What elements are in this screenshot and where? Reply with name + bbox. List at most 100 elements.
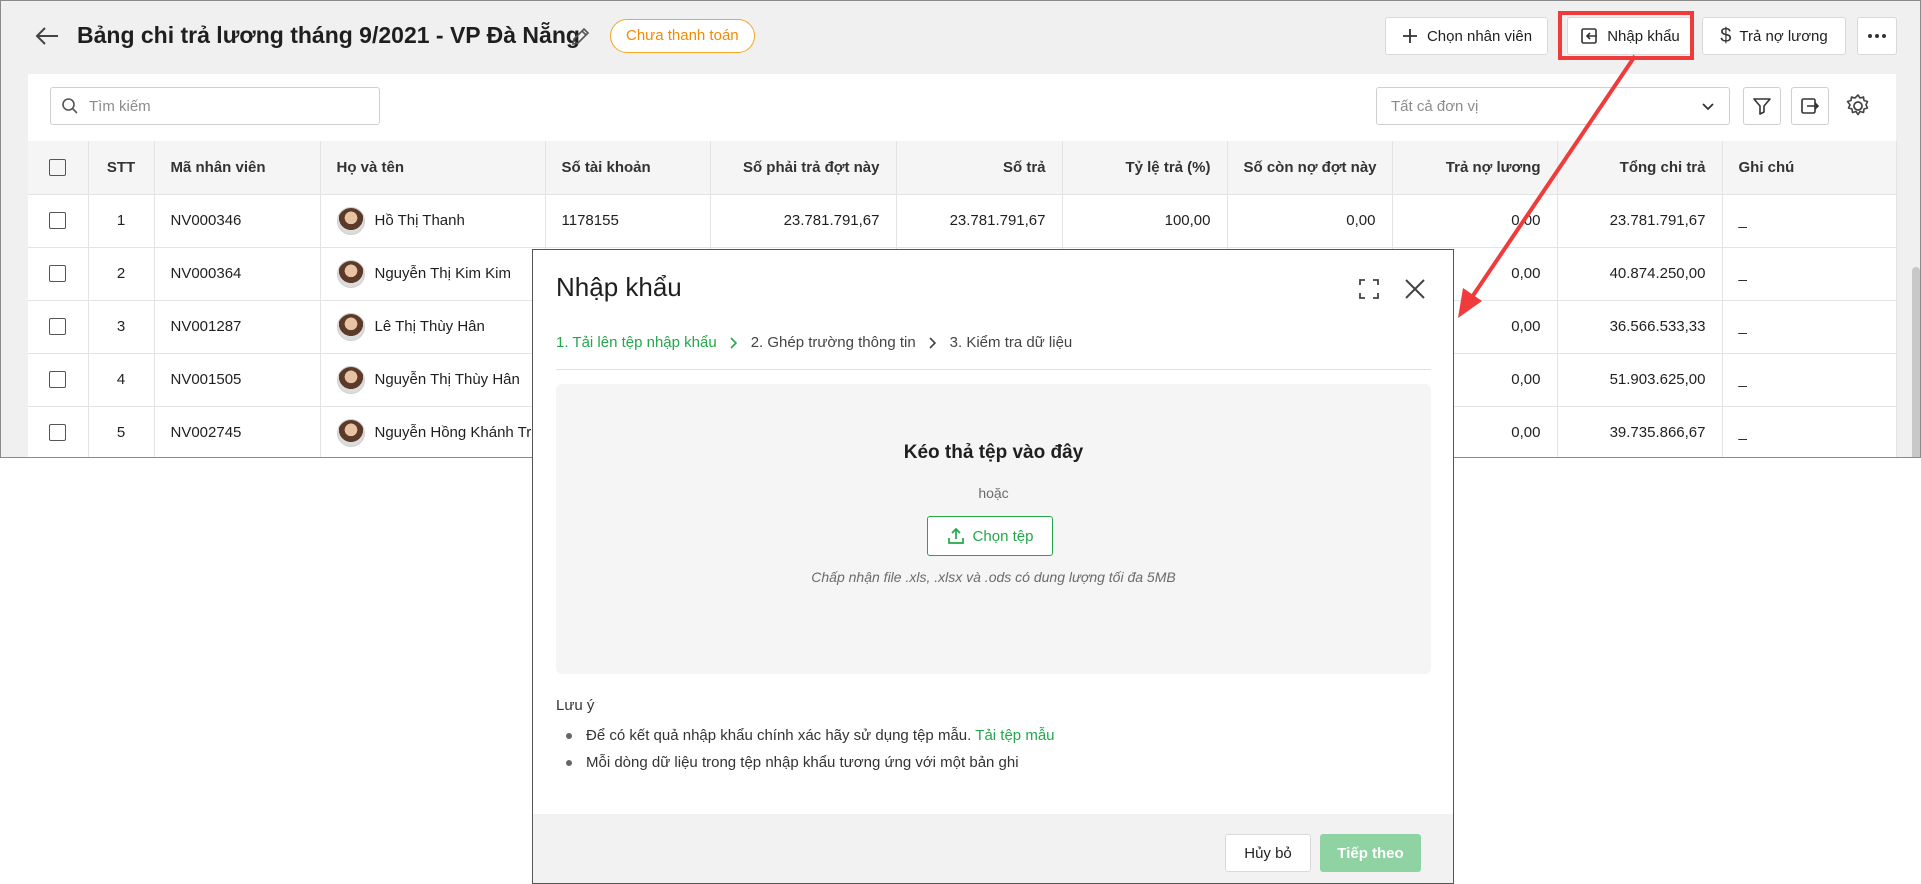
employee-name-cell: Nguyễn Thị Thùy Hân [336,365,529,394]
column-header[interactable]: Số tài khoản [545,141,711,195]
export-button[interactable] [1791,87,1829,125]
avatar [336,206,365,235]
filter-icon [1753,98,1771,115]
column-header[interactable]: Tổng chi trả [1557,141,1723,195]
column-header[interactable]: Trả nợ lương [1392,141,1558,195]
column-header[interactable]: Mã nhân viên [154,141,321,195]
row-checkbox[interactable] [49,424,67,442]
column-header[interactable]: STT [88,141,155,195]
add-employee-button[interactable]: Chọn nhân viên [1385,17,1548,55]
cell-total: 40.874.250,00 [1557,247,1723,301]
choose-file-button[interactable]: Chọn tệp [927,516,1053,556]
plus-icon [1402,29,1417,43]
status-badge: Chưa thanh toán [610,19,755,53]
notes-list: Để có kết quả nhập khẩu chính xác hãy sử… [556,722,1055,776]
row-select-cell [28,300,89,354]
dollar-icon: $ [1720,24,1732,47]
cell-name: Nguyễn Hồng Khánh Tr [320,406,546,457]
cancel-button[interactable]: Hủy bỏ [1225,834,1311,872]
column-header[interactable]: Số trả [896,141,1063,195]
more-dots-icon [1868,34,1886,38]
column-header[interactable]: Ghi chú [1722,141,1897,195]
cell-note: _ [1722,406,1897,457]
note-text: Để có kết quả nhập khẩu chính xác hãy sử… [586,727,972,744]
row-checkbox[interactable] [49,318,67,336]
import-button[interactable]: Nhập khẩu [1567,17,1692,55]
row-select-cell [28,406,89,457]
dialog-footer: Hủy bỏ Tiếp theo [533,814,1453,883]
file-dropzone[interactable]: Kéo thả tệp vào đây hoặc Chọn tệp Chấp n… [556,384,1431,674]
column-header[interactable]: Họ và tên [320,141,546,195]
vertical-scrollbar[interactable] [1912,267,1920,457]
expand-icon[interactable] [1356,276,1382,302]
employee-name-cell: Hồ Thị Thanh [336,206,529,235]
cell-name: Hồ Thị Thanh [320,194,546,248]
avatar [336,365,365,394]
upload-icon [947,527,964,544]
unit-select[interactable]: Tất cả đơn vị [1376,87,1730,125]
avatar [336,259,365,288]
column-header[interactable]: Tỷ lệ trả (%) [1062,141,1228,195]
close-icon[interactable] [1402,276,1428,302]
cell-remaining: 0,00 [1227,194,1393,248]
cell-rate: 100,00 [1062,194,1228,248]
page-title: Bảng chi trả lương tháng 9/2021 - VP Đà … [77,22,580,48]
search-box[interactable] [50,87,380,125]
cell-stt: 1 [88,194,155,248]
add-employee-label: Chọn nhân viên [1426,27,1533,45]
download-template-link[interactable]: Tải tệp mẫu [975,727,1054,744]
dropzone-title: Kéo thả tệp vào đây [903,442,1084,463]
step-map-fields[interactable]: 2. Ghép trường thông tin [751,334,916,351]
employee-name: Nguyễn Hồng Khánh Tr [374,424,532,441]
select-all-checkbox[interactable] [49,159,67,177]
cell-total: 39.735.866,67 [1557,406,1723,457]
note-text: Mỗi dòng dữ liệu trong tệp nhập khẩu tươ… [586,754,1019,771]
import-dialog: Nhập khẩu 1. Tải lên tệp nhập khẩu 2. Gh… [532,249,1454,884]
repay-label: Trả nợ lương [1739,27,1828,45]
dialog-title: Nhập khẩu [556,272,682,302]
employee-name: Hồ Thị Thanh [374,212,465,229]
dropzone-or-text: hoặc [978,485,1009,501]
import-icon [1581,28,1598,44]
table-header-row: STT Mã nhân viên Họ và tên Số tài khoản … [28,141,1897,195]
notes-title: Lưu ý [556,697,595,714]
search-icon [62,98,78,114]
row-checkbox[interactable] [49,212,67,230]
repay-salary-button[interactable]: $ Trả nợ lương [1702,17,1846,55]
step-upload[interactable]: 1. Tải lên tệp nhập khẩu [556,334,717,351]
cell-code: NV001287 [154,300,321,354]
row-select-cell [28,353,89,407]
back-arrow-icon[interactable] [34,25,60,47]
cell-total: 36.566.533,33 [1557,300,1723,354]
next-button[interactable]: Tiếp theo [1320,834,1421,872]
cell-note: _ [1722,300,1897,354]
cell-stt: 3 [88,300,155,354]
top-bar: Bảng chi trả lương tháng 9/2021 - VP Đà … [1,1,1920,71]
row-checkbox[interactable] [49,371,67,389]
employee-name-cell: Nguyễn Thị Kim Kim [336,259,529,288]
column-header[interactable]: Số phải trả đợt này [710,141,897,195]
step-check-data[interactable]: 3. Kiểm tra dữ liệu [950,334,1073,351]
column-header[interactable]: Số còn nợ đợt này [1227,141,1393,195]
note-item: Mỗi dòng dữ liệu trong tệp nhập khẩu tươ… [556,749,1055,776]
cell-due: 23.781.791,67 [710,194,897,248]
gear-icon[interactable] [1844,92,1872,120]
cell-account: 1178155 [545,194,711,248]
divider [556,369,1431,370]
bullet [566,732,572,739]
row-checkbox[interactable] [49,265,67,283]
cell-code: NV000346 [154,194,321,248]
unit-select-value: Tất cả đơn vị [1391,97,1479,115]
table-row[interactable]: 1 NV000346 Hồ Thị Thanh 1178155 23.781.791,6… [28,194,1897,248]
cell-code: NV000364 [154,247,321,301]
avatar [336,312,365,341]
pencil-icon[interactable] [569,26,591,48]
search-input[interactable] [89,97,349,115]
import-label: Nhập khẩu [1607,27,1680,45]
cell-name: Nguyễn Thị Kim Kim [320,247,546,301]
cell-stt: 4 [88,353,155,407]
cell-code: NV002745 [154,406,321,457]
more-options-button[interactable] [1857,17,1897,55]
filter-button[interactable] [1743,87,1781,125]
employee-name-cell: Nguyễn Hồng Khánh Tr [336,418,532,447]
